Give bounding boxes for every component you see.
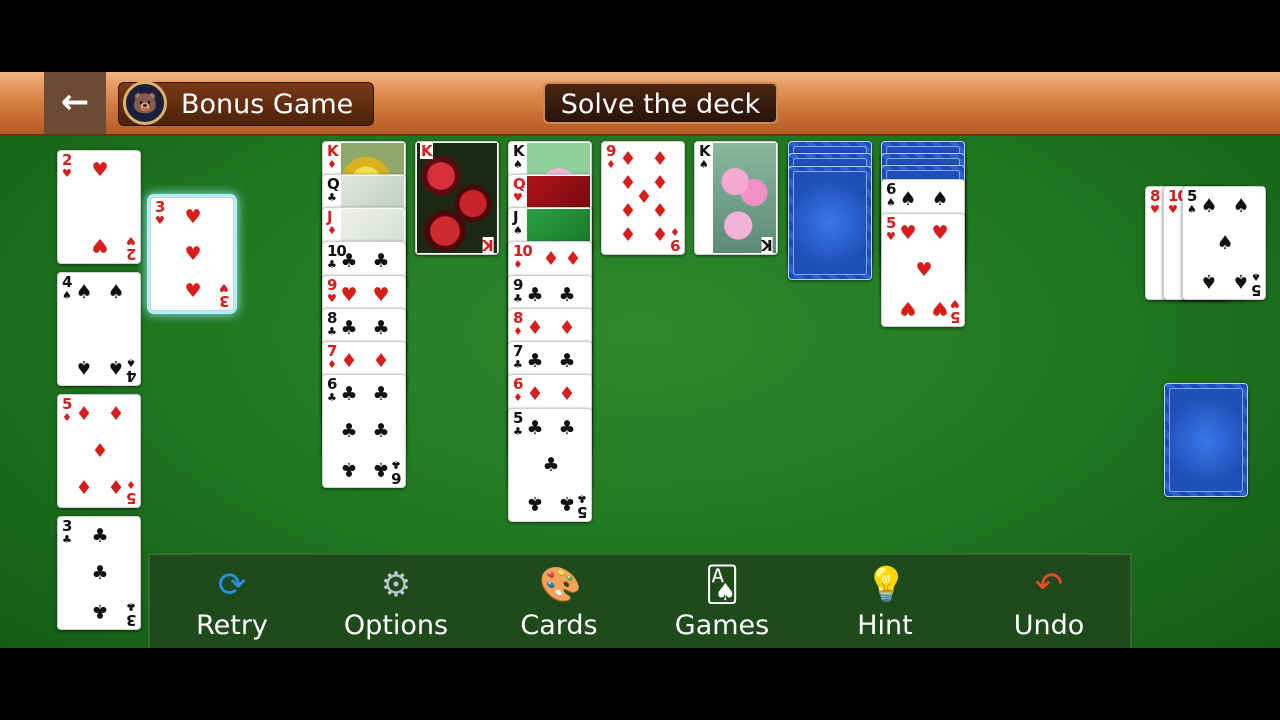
tableau-card[interactable]: K ♠ K <box>694 141 778 255</box>
waste-card[interactable]: 5 ♠ ♠ ♠ ♠ ♠ ♠ 5 ♠ <box>1182 186 1266 300</box>
tableau-card[interactable]: 5 ♣ ♣ ♣ ♣ ♣ ♣ 5 ♣ <box>508 408 592 522</box>
foundation-spades[interactable]: 4 ♠ ♠ ♠ ♠ ♠ 4 ♠ <box>57 272 141 386</box>
options-label: Options <box>343 610 449 641</box>
bonus-game-badge: 🐻 Bonus Game <box>118 81 374 126</box>
undo-label: Undo <box>1013 610 1085 641</box>
foundation-clubs[interactable]: 3 ♣ ♣ ♣ ♣ 3 ♣ <box>57 516 141 630</box>
polar-bear-icon: 🐻 <box>123 81 167 125</box>
tableau-card[interactable]: K♥ K K <box>415 141 499 255</box>
refresh-icon: ⟳ <box>217 565 247 605</box>
bonus-game-label: Bonus Game <box>181 89 354 120</box>
face-down-card[interactable] <box>788 166 872 280</box>
tableau-card[interactable]: 5 ♥ ♥ ♥ ♥ ♥ ♥ 5 ♥ <box>881 213 965 327</box>
undo-arrow-icon: ↶ <box>1034 565 1064 605</box>
lightbulb-icon: 💡 <box>865 565 908 605</box>
palette-icon: 🎨 <box>539 565 582 605</box>
hint-button[interactable]: 💡 Hint <box>815 555 955 648</box>
cards-button[interactable]: 🎨 Cards <box>489 555 629 648</box>
games-button[interactable]: 🂡 Games <box>652 555 792 648</box>
card-back-pattern <box>793 171 867 275</box>
foundation-hearts[interactable]: 2 ♥ ♥ ♥ 2 ♥ <box>57 150 141 264</box>
options-button[interactable]: ⚙ Options <box>326 555 466 648</box>
selected-card[interactable]: 3 ♥ ♥ ♥ ♥ 3 ♥ <box>150 197 234 311</box>
top-bar: ← 🐻 Bonus Game Solve the deck <box>0 72 1280 136</box>
tableau-card[interactable]: 9 ♦ ♦ ♦ ♦ ♦ ♦ ♦ ♦ ♦ ♦ 9 ♦ <box>601 141 685 255</box>
bottom-toolbar: ⟳ Retry ⚙ Options 🎨 Cards 🂡 Games 💡 Hint… <box>148 553 1132 648</box>
retry-button[interactable]: ⟳ Retry <box>162 555 302 648</box>
game-board: ← 🐻 Bonus Game Solve the deck 2 ♥ ♥ ♥ 2 ♥ … <box>0 72 1280 648</box>
back-arrow-icon: ← <box>60 82 90 122</box>
goal-label: Solve the deck <box>560 89 761 120</box>
retry-label: Retry <box>196 610 268 641</box>
foundation-diamonds[interactable]: 5 ♦ ♦ ♦ ♦ ♦ ♦ 5 ♦ <box>57 394 141 508</box>
gear-icon: ⚙ <box>380 565 412 605</box>
undo-button[interactable]: ↶ Undo <box>979 555 1119 648</box>
card-back-pattern <box>1169 388 1243 492</box>
hint-label: Hint <box>857 610 913 641</box>
back-button[interactable]: ← <box>44 72 106 134</box>
games-label: Games <box>674 610 770 641</box>
stock-pile[interactable] <box>1164 383 1248 497</box>
card-fan-icon: 🂡 <box>704 565 740 605</box>
tableau-card[interactable]: 6 ♣ ♣ ♣ ♣ ♣ ♣ ♣ 6 ♣ <box>322 374 406 488</box>
cards-label: Cards <box>520 610 598 641</box>
goal-banner: Solve the deck <box>543 82 778 124</box>
